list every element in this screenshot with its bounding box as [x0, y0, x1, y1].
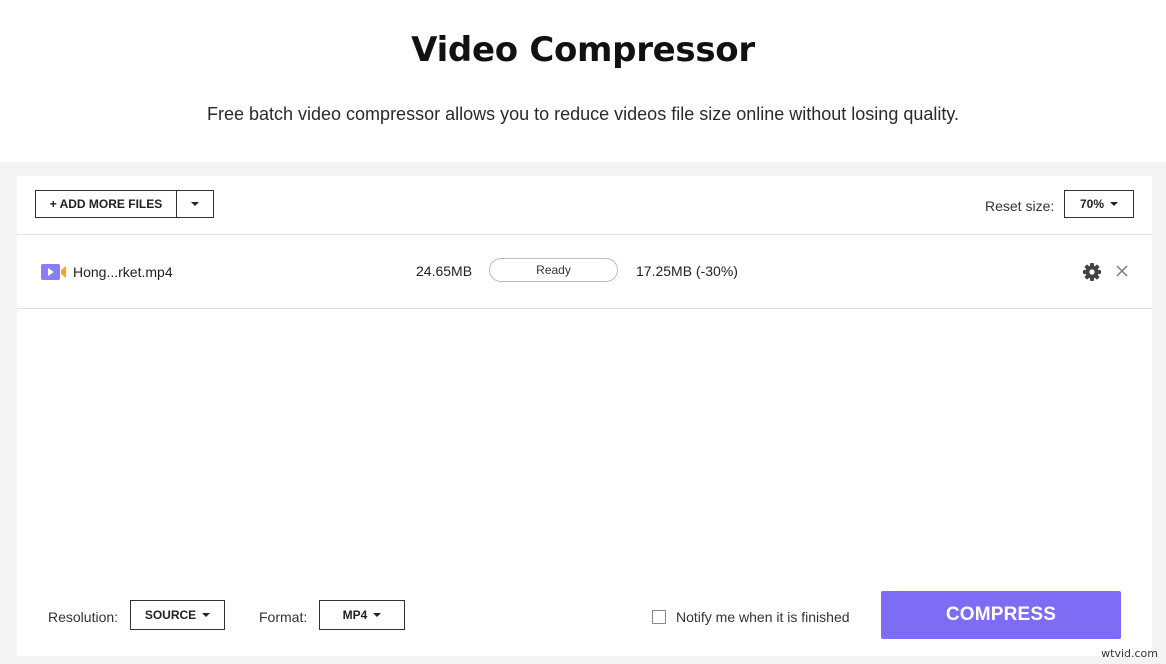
chevron-down-icon [202, 613, 211, 617]
original-size: 24.65MB [416, 263, 473, 279]
chevron-down-icon [373, 613, 382, 617]
notify-checkbox[interactable] [652, 610, 666, 624]
format-label: Format: [259, 609, 308, 625]
format-value: MP4 [342, 608, 368, 622]
reset-size-value: 70% [1079, 197, 1105, 211]
compressed-size: 17.25MB (-30%) [636, 263, 738, 279]
compressor-panel: + ADD MORE FILES Reset size: 70% Hong...… [17, 176, 1152, 656]
bottom-bar: Resolution: SOURCE Format: MP4 Notify me… [17, 586, 1152, 656]
add-files-button-group: + ADD MORE FILES [35, 190, 214, 218]
chevron-down-icon [191, 202, 199, 206]
resolution-label: Resolution: [48, 609, 119, 625]
format-select[interactable]: MP4 [319, 600, 405, 630]
resolution-value: SOURCE [144, 608, 197, 622]
add-more-files-button[interactable]: + ADD MORE FILES [36, 191, 177, 217]
add-files-dropdown-button[interactable] [177, 191, 213, 217]
notify-label: Notify me when it is finished [676, 609, 850, 625]
watermark: wtvid.com [1101, 647, 1158, 660]
page-title: Video Compressor [411, 30, 755, 70]
reset-size-select[interactable]: 70% [1064, 190, 1134, 218]
workspace: + ADD MORE FILES Reset size: 70% Hong...… [0, 162, 1166, 664]
file-settings-button[interactable] [1082, 262, 1102, 282]
video-file-icon [41, 264, 66, 280]
page-subtitle: Free batch video compressor allows you t… [206, 104, 960, 124]
resolution-select[interactable]: SOURCE [130, 600, 225, 630]
reset-size-label: Reset size: [985, 198, 1055, 214]
gear-icon [1083, 263, 1101, 281]
close-icon [1116, 265, 1128, 277]
remove-file-button[interactable] [1114, 263, 1130, 279]
compress-button[interactable]: COMPRESS [881, 591, 1121, 639]
toolbar: + ADD MORE FILES Reset size: 70% [17, 176, 1152, 235]
chevron-down-icon [1110, 202, 1119, 206]
status-badge: Ready [489, 258, 618, 282]
file-row: Hong...rket.mp4 24.65MB Ready 17.25MB (-… [17, 235, 1152, 309]
file-name: Hong...rket.mp4 [73, 264, 173, 280]
